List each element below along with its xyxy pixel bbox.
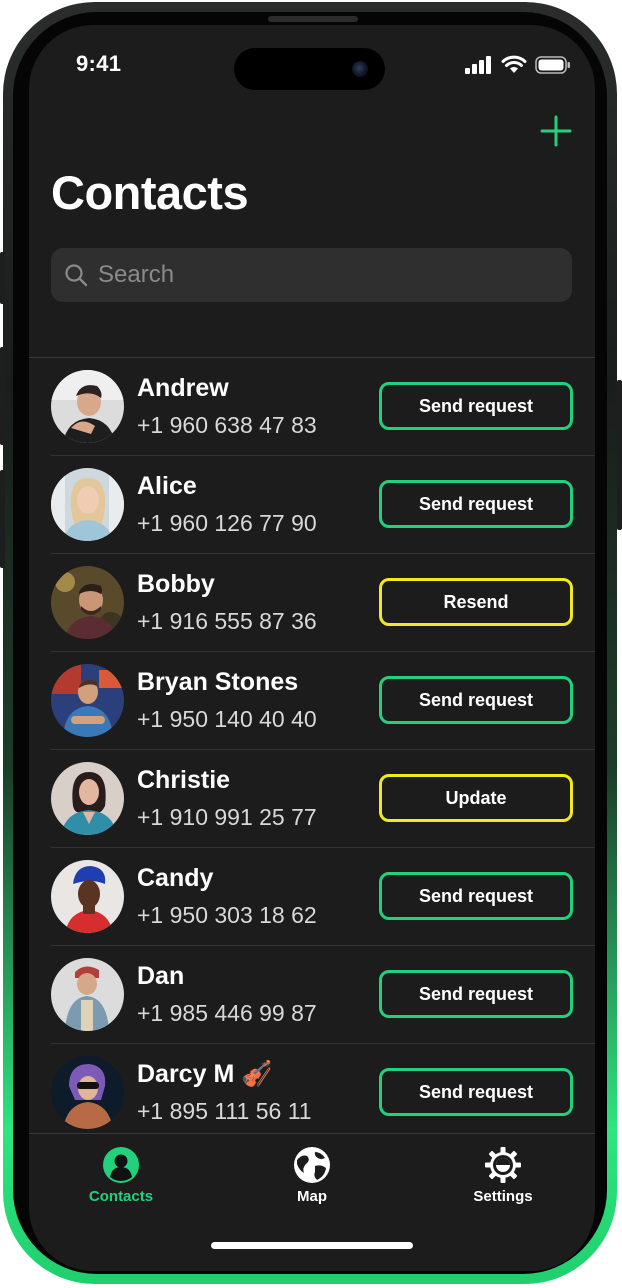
tab-settings[interactable]: Settings — [443, 1146, 563, 1205]
avatar-andrew — [51, 370, 124, 443]
search-input[interactable] — [96, 260, 560, 290]
contact-row-christie[interactable]: Christie +1 910 991 25 77 Update — [51, 749, 595, 847]
contact-name: Alice — [137, 472, 197, 500]
contact-row-bryan-stones[interactable]: Bryan Stones +1 950 140 40 40 Send reque… — [51, 651, 595, 749]
contact-name: Andrew — [137, 374, 229, 402]
search-bar[interactable] — [51, 248, 572, 302]
send-request-button[interactable]: Send request — [379, 872, 573, 920]
avatar-bobby — [51, 566, 124, 639]
add-contact-button[interactable] — [539, 114, 573, 148]
gear-icon — [485, 1147, 521, 1183]
cellular-signal-icon — [465, 55, 491, 74]
contact-row-candy[interactable]: Candy +1 950 303 18 62 Send request — [51, 847, 595, 945]
avatar-bryan-stones — [51, 664, 124, 737]
avatar-dan — [51, 958, 124, 1031]
tab-label: Settings — [473, 1188, 533, 1205]
avatar-darcy-m — [51, 1056, 124, 1129]
contact-phone: +1 960 638 47 83 — [137, 412, 317, 438]
contact-row-alice[interactable]: Alice +1 960 126 77 90 Send request — [51, 455, 595, 553]
wifi-icon — [501, 55, 527, 73]
contact-row-bobby[interactable]: Bobby +1 916 555 87 36 Resend — [51, 553, 595, 651]
tab-label: Contacts — [88, 1188, 154, 1205]
contact-phone: +1 910 991 25 77 — [137, 804, 317, 830]
mute-switch — [0, 252, 5, 304]
battery-icon — [535, 55, 570, 74]
send-request-button[interactable]: Send request — [379, 970, 573, 1018]
volume-down-button — [0, 470, 5, 568]
avatar-christie — [51, 762, 124, 835]
contact-name: Candy — [137, 864, 214, 892]
contact-row-andrew[interactable]: Andrew +1 960 638 47 83 Send request — [29, 357, 595, 455]
contact-name: Bobby — [137, 570, 215, 598]
update-button[interactable]: Update — [379, 774, 573, 822]
status-time: 9:41 — [76, 51, 122, 76]
contact-row-dan[interactable]: Dan +1 985 446 99 87 Send request — [51, 945, 595, 1043]
contact-list: Andrew +1 960 638 47 83 Send request Ali… — [29, 357, 595, 1141]
send-request-button[interactable]: Send request — [379, 480, 573, 528]
power-button — [617, 380, 622, 530]
contact-name: Darcy M 🎻 — [137, 1060, 273, 1088]
contact-phone: +1 985 446 99 87 — [137, 1000, 317, 1026]
contact-phone: +1 895 111 56 11 — [137, 1098, 312, 1124]
send-request-button[interactable]: Send request — [379, 1068, 573, 1116]
contact-phone: +1 916 555 87 36 — [137, 608, 317, 634]
app-screen: 9:41 Contacts Search Andrew +1 960 638 4… — [29, 25, 595, 1271]
send-request-button[interactable]: Send request — [379, 676, 573, 724]
search-icon — [65, 264, 88, 287]
home-indicator[interactable] — [211, 1242, 413, 1249]
volume-up-button — [0, 347, 5, 445]
avatar-alice — [51, 468, 124, 541]
tab-label: Map — [297, 1188, 327, 1205]
contact-phone: +1 960 126 77 90 — [137, 510, 317, 536]
contact-name: Dan — [137, 962, 185, 990]
send-request-button[interactable]: Send request — [379, 382, 573, 430]
contact-row-darcy-m[interactable]: Darcy M 🎻 +1 895 111 56 11 Send request — [51, 1043, 595, 1141]
page-title: Contacts — [51, 166, 249, 219]
globe-icon — [294, 1147, 330, 1183]
contact-phone: +1 950 140 40 40 — [137, 706, 317, 732]
tab-bar: Contacts Map Settings — [29, 1133, 595, 1271]
earpiece-speaker — [268, 16, 358, 22]
camera-icon — [352, 61, 368, 77]
resend-button[interactable]: Resend — [379, 578, 573, 626]
contact-name: Bryan Stones — [137, 668, 299, 696]
contact-name: Christie — [137, 766, 231, 794]
person-icon — [103, 1147, 139, 1183]
tab-map[interactable]: Map — [252, 1146, 372, 1205]
tab-contacts[interactable]: Contacts — [61, 1146, 181, 1205]
dynamic-island — [234, 48, 385, 90]
contact-phone: +1 950 303 18 62 — [137, 902, 317, 928]
status-icons — [465, 55, 571, 74]
avatar-candy — [51, 860, 124, 933]
